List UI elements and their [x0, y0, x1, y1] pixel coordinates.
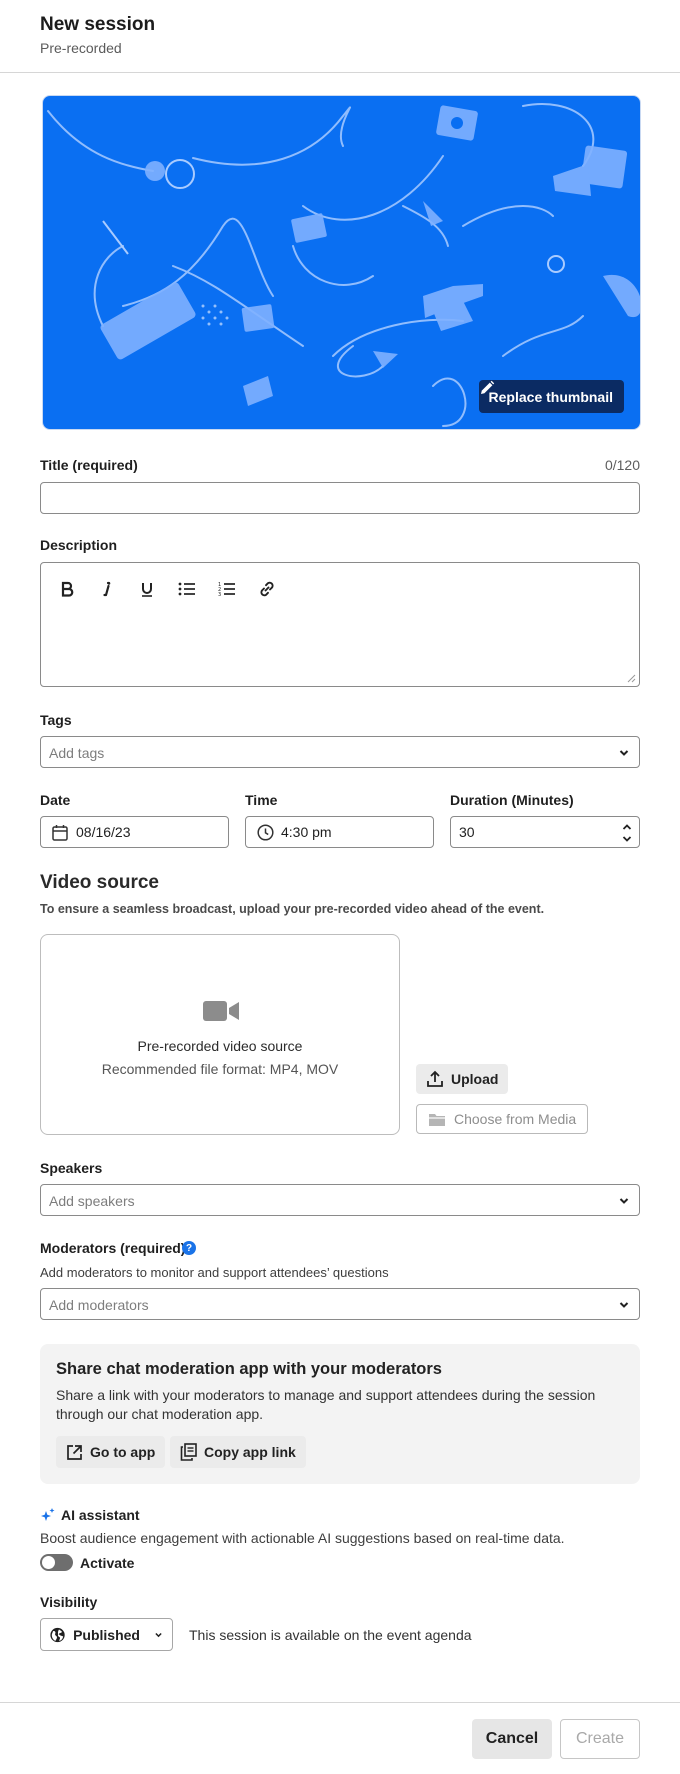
visibility-selected: Published [73, 1626, 140, 1643]
tags-placeholder: Add tags [49, 745, 105, 761]
title-char-counter: 0/120 [604, 457, 640, 473]
tags-dropdown[interactable]: Add tags [40, 736, 640, 768]
upload-button[interactable]: Upload [416, 1064, 509, 1094]
visibility-dropdown[interactable]: Published [40, 1618, 173, 1651]
toggle-knob [42, 1556, 55, 1569]
time-value: 4:30 pm [281, 824, 332, 840]
speakers-placeholder: Add speakers [49, 1193, 135, 1209]
page-title: New session [40, 14, 156, 35]
italic-icon[interactable] [95, 577, 119, 601]
video-source-heading: Video source [40, 872, 159, 893]
cancel-button[interactable]: Cancel [472, 1719, 552, 1759]
svg-text:3: 3 [218, 592, 221, 597]
chevron-down-icon [619, 1198, 629, 1204]
replace-thumbnail-button[interactable]: Replace thumbnail [478, 380, 624, 413]
ai-assistant-subtext: Boost audience engagement with actionabl… [40, 1530, 565, 1546]
choose-from-media-label: Choose from Media [454, 1111, 577, 1127]
go-to-app-button[interactable]: Go to app [56, 1436, 166, 1468]
globe-icon [50, 1627, 65, 1642]
bullet-list-icon[interactable] [175, 577, 199, 601]
page-subtitle: Pre-recorded [40, 40, 122, 56]
duration-stepper[interactable]: 30 [450, 816, 640, 848]
ai-assistant-title: AI assistant [61, 1507, 140, 1523]
chevron-down-icon [155, 1632, 162, 1637]
activate-label: Activate [80, 1555, 135, 1571]
title-input[interactable] [40, 482, 640, 514]
moderators-dropdown[interactable]: Add moderators [40, 1288, 640, 1320]
underline-icon[interactable] [135, 577, 159, 601]
share-panel-heading: Share chat moderation app with your mode… [56, 1360, 442, 1378]
description-editor[interactable]: 123 [40, 562, 640, 687]
duration-label: Duration (Minutes) [450, 792, 574, 808]
share-moderation-panel: Share chat moderation app with your mode… [40, 1344, 640, 1484]
pencil-icon [480, 380, 494, 394]
help-icon[interactable]: ? [182, 1241, 196, 1255]
resize-handle-icon[interactable] [627, 674, 636, 683]
video-drop-zone[interactable]: Pre-recorded video source Recommended fi… [40, 934, 400, 1135]
description-label: Description [40, 537, 118, 553]
modal-header: New session Pre-recorded [0, 0, 680, 73]
clock-icon [257, 824, 274, 841]
replace-thumbnail-label: Replace thumbnail [488, 388, 613, 405]
drop-zone-title: Pre-recorded video source [137, 1038, 303, 1054]
session-thumbnail: Replace thumbnail [42, 95, 641, 430]
folder-icon [429, 1113, 445, 1126]
visibility-description: This session is available on the event a… [189, 1627, 472, 1643]
copy-app-link-label: Copy app link [204, 1444, 296, 1460]
date-label: Date [40, 792, 71, 808]
calendar-icon [52, 825, 68, 841]
choose-from-media-button[interactable]: Choose from Media [416, 1104, 589, 1134]
copy-icon [180, 1443, 197, 1461]
video-source-subtext: To ensure a seamless broadcast, upload y… [40, 902, 545, 916]
moderators-label: Moderators (required) [40, 1240, 186, 1256]
speakers-dropdown[interactable]: Add speakers [40, 1184, 640, 1216]
visibility-label: Visibility [40, 1594, 98, 1610]
title-label: Title (required) [40, 457, 138, 473]
go-to-app-label: Go to app [90, 1444, 156, 1460]
link-icon[interactable] [255, 577, 279, 601]
drop-zone-formats: Recommended file format: MP4, MOV [101, 1061, 339, 1077]
date-value: 08/16/23 [76, 824, 131, 840]
create-button[interactable]: Create [560, 1719, 640, 1759]
upload-icon [427, 1070, 443, 1087]
duration-value: 30 [459, 824, 475, 840]
upload-label: Upload [451, 1071, 499, 1087]
video-camera-icon [203, 1001, 239, 1021]
speakers-label: Speakers [40, 1160, 103, 1176]
ai-assistant-label: AI assistant [40, 1507, 140, 1523]
time-label: Time [245, 792, 278, 808]
sparkle-icon [41, 1508, 55, 1521]
external-link-icon [67, 1444, 82, 1460]
chevron-down-icon [619, 1302, 629, 1308]
modal-footer: Cancel Create [0, 1702, 680, 1774]
editor-toolbar: 123 [55, 577, 279, 601]
ai-assistant-toggle[interactable] [40, 1554, 73, 1571]
date-input[interactable]: 08/16/23 [40, 816, 229, 848]
copy-app-link-button[interactable]: Copy app link [170, 1436, 306, 1468]
numbered-list-icon[interactable]: 123 [215, 577, 239, 601]
stepper-arrows-icon[interactable] [621, 821, 633, 845]
tags-label: Tags [40, 712, 72, 728]
share-panel-body: Share a link with your moderators to man… [56, 1387, 596, 1422]
bold-icon[interactable] [55, 577, 79, 601]
moderators-subtext: Add moderators to monitor and support at… [40, 1265, 389, 1280]
moderators-placeholder: Add moderators [49, 1297, 149, 1313]
chevron-down-icon [619, 750, 629, 756]
time-input[interactable]: 4:30 pm [245, 816, 434, 848]
